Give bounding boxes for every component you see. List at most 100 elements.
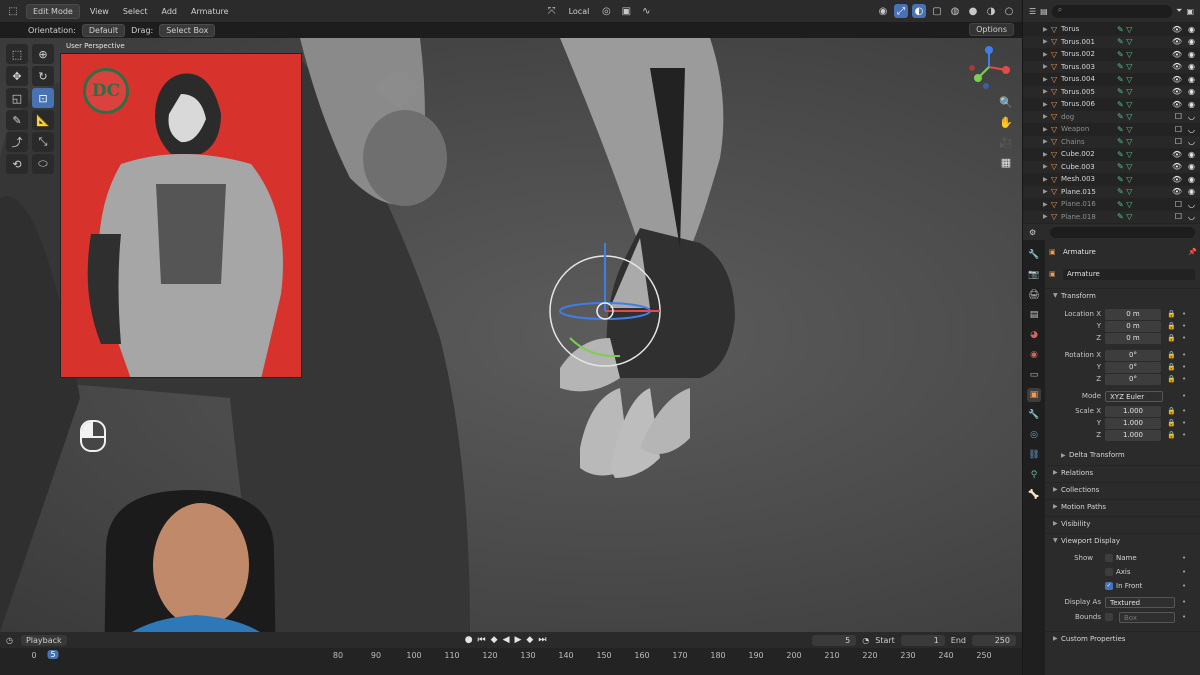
visibility-section[interactable]: ▶ Visibility (1045, 516, 1200, 530)
eye-icon[interactable]: 👁 (1172, 162, 1182, 171)
modifier-icon[interactable]: ✎ ▽ (1117, 50, 1132, 59)
display-mode-icon[interactable]: ▤ (1040, 7, 1048, 16)
bone-size-icon[interactable]: ⤡ (32, 132, 54, 152)
outliner-item[interactable]: ▶ ▽ Torus.004 ✎ ▽ 👁 ◉ (1023, 73, 1200, 86)
prev-key-icon[interactable]: ◆ (491, 635, 498, 645)
eye-icon[interactable]: 👁 (1172, 187, 1182, 196)
camera-restrict-icon[interactable]: ◡ (1188, 212, 1195, 221)
roll-icon[interactable]: ⟲ (6, 154, 28, 174)
expand-arrow-icon[interactable]: ▶ (1043, 163, 1051, 170)
eye-icon[interactable]: 👁 (1172, 87, 1182, 96)
camera-restrict-icon[interactable]: ◉ (1188, 87, 1195, 96)
camera-restrict-icon[interactable]: ◡ (1188, 112, 1195, 121)
eye-icon[interactable]: ☐ (1175, 125, 1182, 134)
properties-editor-icon[interactable]: ⚙ (1029, 228, 1036, 237)
falloff-icon[interactable]: ∿ (639, 4, 653, 18)
transform-icon[interactable]: ⊡ (32, 88, 54, 108)
location-y-field[interactable]: 0 m (1105, 320, 1161, 332)
envelope-icon[interactable]: ⬭ (32, 154, 54, 174)
eye-icon[interactable]: 👁 (1172, 37, 1182, 46)
scale-icon[interactable]: ◱ (6, 88, 28, 108)
physics-tab-icon[interactable]: ◎ (1027, 428, 1041, 442)
play-reverse-icon[interactable]: ◀ (503, 635, 510, 645)
select-box-icon[interactable]: ⬚ (6, 44, 28, 64)
record-icon[interactable]: ● (465, 635, 473, 645)
expand-arrow-icon[interactable]: ▶ (1043, 76, 1051, 83)
start-frame-field[interactable]: 1 (900, 634, 945, 646)
motion-paths-section[interactable]: ▶ Motion Paths (1045, 499, 1200, 513)
scale-z-field[interactable]: 1.000 (1105, 429, 1161, 441)
scene-tab-icon[interactable]: ◕ (1027, 328, 1041, 342)
camera-restrict-icon[interactable]: ◉ (1188, 187, 1195, 196)
show-name-checkbox[interactable]: Name (1105, 554, 1137, 562)
options-button[interactable]: Options (969, 23, 1014, 36)
expand-arrow-icon[interactable]: ▶ (1043, 201, 1051, 208)
outliner-item[interactable]: ▶ ▽ Torus.002 ✎ ▽ 👁 ◉ (1023, 48, 1200, 61)
next-key-icon[interactable]: ◆ (526, 635, 533, 645)
rotation-x-field[interactable]: 0° (1105, 349, 1161, 361)
expand-arrow-icon[interactable]: ▶ (1043, 26, 1051, 33)
eye-icon[interactable]: ☐ (1175, 200, 1182, 209)
camera-restrict-icon[interactable]: ◉ (1188, 62, 1195, 71)
delta-transform-section[interactable]: ▶ Delta Transform (1045, 448, 1200, 462)
camera-restrict-icon[interactable]: ◉ (1188, 162, 1195, 171)
current-frame-field[interactable]: 5 (812, 634, 857, 646)
eye-icon[interactable]: ☐ (1175, 137, 1182, 146)
modifier-icon[interactable]: ✎ ▽ (1117, 125, 1132, 134)
pan-hand-icon[interactable]: ✋ (998, 114, 1014, 130)
eye-icon[interactable]: 👁 (1172, 50, 1182, 59)
outliner-item[interactable]: ▶ ▽ Plane.016 ✎ ▽ ☐ ◡ (1023, 198, 1200, 211)
modifier-icon[interactable]: ✎ ▽ (1117, 37, 1132, 46)
object-name[interactable]: Armature (1063, 248, 1096, 256)
expand-arrow-icon[interactable]: ▶ (1043, 138, 1051, 145)
location-z-field[interactable]: 0 m (1105, 332, 1161, 344)
display-as-dropdown[interactable]: Textured (1105, 596, 1175, 608)
menu-add[interactable]: Add (158, 5, 182, 18)
modifier-icon[interactable]: ✎ ▽ (1117, 62, 1132, 71)
lock-icon[interactable]: 🔒 (1167, 310, 1176, 318)
lock-icon[interactable]: 🔒 (1167, 334, 1176, 342)
menu-armature[interactable]: Armature (187, 5, 233, 18)
lock-icon[interactable]: 🔒 (1167, 351, 1176, 359)
modifier-icon[interactable]: ✎ ▽ (1117, 100, 1132, 109)
camera-restrict-icon[interactable]: ◉ (1188, 75, 1195, 84)
modifier-icon[interactable]: ✎ ▽ (1117, 175, 1132, 184)
scale-y-field[interactable]: 1.000 (1105, 417, 1161, 429)
expand-arrow-icon[interactable]: ▶ (1043, 176, 1051, 183)
modifier-icon[interactable]: ✎ ▽ (1117, 200, 1132, 209)
outliner-item[interactable]: ▶ ▽ Torus ✎ ▽ 👁 ◉ (1023, 23, 1200, 36)
modifier-icon[interactable]: ✎ ▽ (1117, 25, 1132, 34)
expand-arrow-icon[interactable]: ▶ (1043, 213, 1051, 220)
new-collection-icon[interactable]: ▣ (1186, 7, 1194, 16)
outliner-item[interactable]: ▶ ▽ Plane.015 ✎ ▽ 👁 ◉ (1023, 185, 1200, 198)
timeline-ruler[interactable]: 5 0 80 90 100 110 120 130 140 150 160 170 180 190 200… (0, 648, 1022, 675)
camera-restrict-icon[interactable]: ◉ (1188, 37, 1195, 46)
gizmo-toggle-icon[interactable]: ⤢ (894, 4, 908, 18)
location-x-field[interactable]: 0 m (1105, 308, 1161, 320)
visibility-icon[interactable]: ◉ (876, 4, 890, 18)
eye-icon[interactable]: 👁 (1172, 100, 1182, 109)
output-tab-icon[interactable]: 🖨 (1027, 288, 1041, 302)
rotation-y-field[interactable]: 0° (1105, 361, 1161, 373)
timeline-editor-icon[interactable]: ◷ (6, 636, 13, 645)
camera-restrict-icon[interactable]: ◉ (1188, 150, 1195, 159)
expand-arrow-icon[interactable]: ▶ (1043, 38, 1051, 45)
extrude-icon[interactable]: ⤴ (6, 132, 28, 152)
menu-view[interactable]: View (86, 5, 113, 18)
expand-arrow-icon[interactable]: ▶ (1043, 101, 1051, 108)
rotation-z-field[interactable]: 0° (1105, 373, 1161, 385)
transform-orientation-icon[interactable]: ⤧ (545, 4, 559, 18)
drag-dropdown[interactable]: Select Box (159, 23, 216, 37)
outliner-item[interactable]: ▶ ▽ Cube.003 ✎ ▽ 👁 ◉ (1023, 160, 1200, 173)
object-tab-icon[interactable]: ▣ (1027, 388, 1041, 402)
outliner-item[interactable]: ▶ ▽ Torus.001 ✎ ▽ 👁 ◉ (1023, 35, 1200, 48)
lock-icon[interactable]: 🔒 (1167, 375, 1176, 383)
grid-icon[interactable]: ▦ (998, 154, 1014, 170)
lock-icon[interactable]: 🔒 (1167, 322, 1176, 330)
bounds-type-dropdown[interactable]: Box (1119, 611, 1175, 623)
snap-icon[interactable]: ◎ (599, 4, 613, 18)
shading-solid-icon[interactable]: ● (966, 4, 980, 18)
tool-tab-icon[interactable]: 🔧 (1027, 248, 1041, 262)
shading-material-icon[interactable]: ◑ (984, 4, 998, 18)
play-icon[interactable]: ▶ (515, 635, 522, 645)
